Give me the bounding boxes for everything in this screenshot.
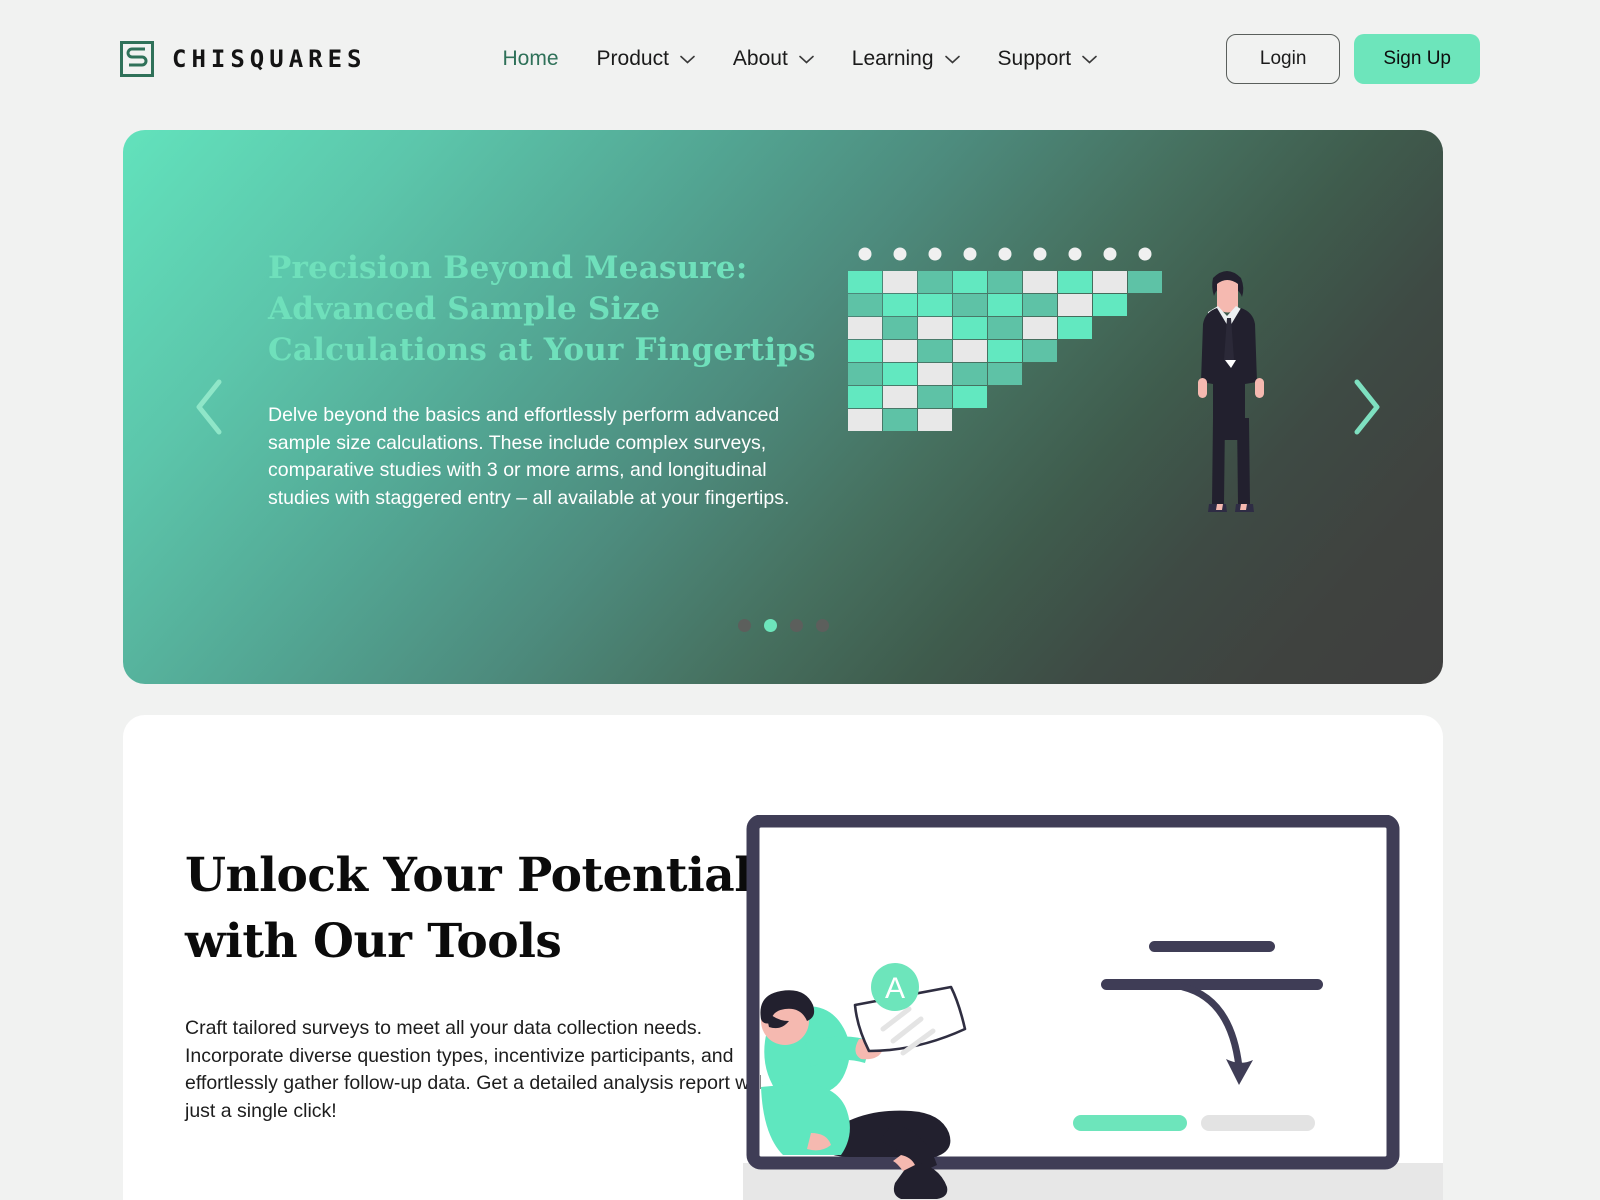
- nav-item-home[interactable]: Home: [503, 47, 559, 71]
- site-header: CHISQUARES Home Product About Learning S…: [0, 0, 1600, 118]
- nav-item-learning[interactable]: Learning: [852, 47, 960, 71]
- carousel-dots: [123, 619, 1443, 632]
- column-dots-icon: [858, 247, 1152, 261]
- matrix-cells: [848, 271, 1162, 431]
- carousel-next-button[interactable]: [1343, 374, 1389, 440]
- feature-section-wrapper: Unlock Your Potential with Our Tools Cra…: [0, 684, 1600, 1200]
- hero-title: Precision Beyond Measure: Advanced Sampl…: [268, 250, 816, 368]
- carousel-dot-1[interactable]: [737, 619, 751, 632]
- chevron-down-icon: [798, 55, 814, 64]
- businessperson-figure: [1198, 271, 1264, 512]
- nav-label-home: Home: [502, 47, 559, 70]
- hero-carousel: Precision Beyond Measure: Advanced Sampl…: [123, 130, 1443, 684]
- person-with-whiteboard-and-paper-illustration: A: [743, 814, 1443, 1200]
- carousel-dot-2[interactable]: [763, 619, 777, 632]
- chevron-down-icon: [1082, 55, 1097, 64]
- brand-name: CHISQUARES: [172, 45, 367, 73]
- feature-title: Unlock Your Potential with Our Tools: [185, 848, 752, 969]
- carousel-prev-button[interactable]: [187, 374, 233, 440]
- auth-buttons: Login Sign Up: [1225, 34, 1480, 84]
- carousel-dot-4[interactable]: [815, 619, 829, 632]
- login-button[interactable]: Login: [1225, 34, 1341, 84]
- nav-label-about: About: [732, 47, 788, 70]
- nav-item-product[interactable]: Product: [597, 47, 695, 71]
- chevron-down-icon: [680, 55, 695, 64]
- nav-label-product: Product: [596, 47, 669, 70]
- badge-letter: A: [885, 972, 905, 1005]
- chevron-down-icon: [944, 55, 960, 64]
- brand-logo[interactable]: CHISQUARES: [120, 41, 367, 77]
- signup-button[interactable]: Sign Up: [1354, 34, 1480, 84]
- hero-section-wrapper: Precision Beyond Measure: Advanced Sampl…: [0, 118, 1600, 684]
- feature-text-block: Unlock Your Potential with Our Tools Cra…: [123, 715, 770, 1200]
- carousel-dot-3[interactable]: [789, 619, 803, 632]
- hero-text-block: Precision Beyond Measure: Advanced Sampl…: [268, 248, 828, 512]
- chisquares-square-s-logo-icon: [120, 41, 154, 77]
- feature-body: Craft tailored surveys to meet all your …: [185, 1017, 770, 1122]
- nav-label-learning: Learning: [851, 47, 934, 70]
- hero-body: Delve beyond the basics and effortlessly…: [268, 404, 790, 509]
- nav-item-about[interactable]: About: [733, 47, 814, 71]
- feature-card: Unlock Your Potential with Our Tools Cra…: [123, 715, 1443, 1200]
- nav-label-support: Support: [997, 47, 1072, 70]
- main-navigation: Home Product About Learning Support: [503, 47, 1098, 71]
- nav-item-support[interactable]: Support: [998, 47, 1098, 71]
